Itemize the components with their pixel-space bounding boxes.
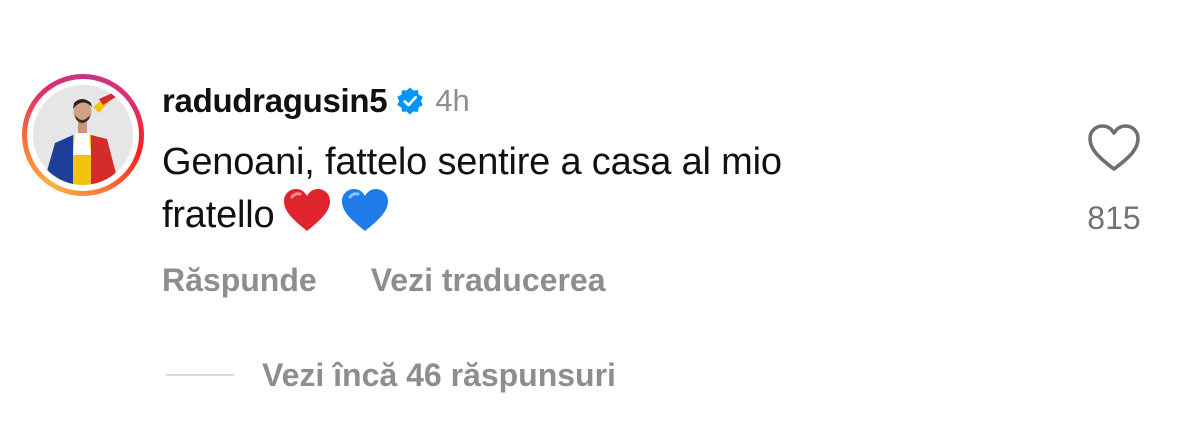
- avatar-image: [33, 85, 133, 185]
- red-heart-icon: [282, 187, 332, 246]
- replies-divider: [166, 374, 234, 376]
- comment-item: radudragusin5 4h Genoani, fattelo sentir…: [0, 0, 1200, 426]
- verified-badge-icon: [395, 86, 425, 116]
- avatar-gap: [27, 79, 139, 191]
- like-count: 815: [1087, 200, 1141, 236]
- heart-outline-icon[interactable]: [1086, 122, 1142, 174]
- comment-header: radudragusin5 4h: [162, 80, 470, 122]
- view-replies-button[interactable]: Vezi încă 46 răspunsuri: [166, 354, 616, 396]
- comment-body: Genoani, fattelo sentire a casa al mio f…: [162, 137, 1022, 246]
- comment-timestamp: 4h: [435, 83, 470, 118]
- username[interactable]: radudragusin5: [162, 82, 388, 120]
- comment-text-line1: Genoani, fattelo sentire a casa al mio: [162, 141, 782, 183]
- see-translation-button[interactable]: Vezi traducerea: [371, 262, 606, 299]
- avatar[interactable]: [33, 85, 133, 185]
- reply-button[interactable]: Răspunde: [162, 262, 317, 299]
- comment-text-line2: fratello: [162, 194, 275, 236]
- blue-heart-icon: [340, 187, 390, 246]
- avatar-story-ring[interactable]: [22, 74, 144, 196]
- comment-actions: Răspunde Vezi traducerea: [162, 258, 605, 302]
- view-replies-label: Vezi încă 46 răspunsuri: [262, 356, 616, 393]
